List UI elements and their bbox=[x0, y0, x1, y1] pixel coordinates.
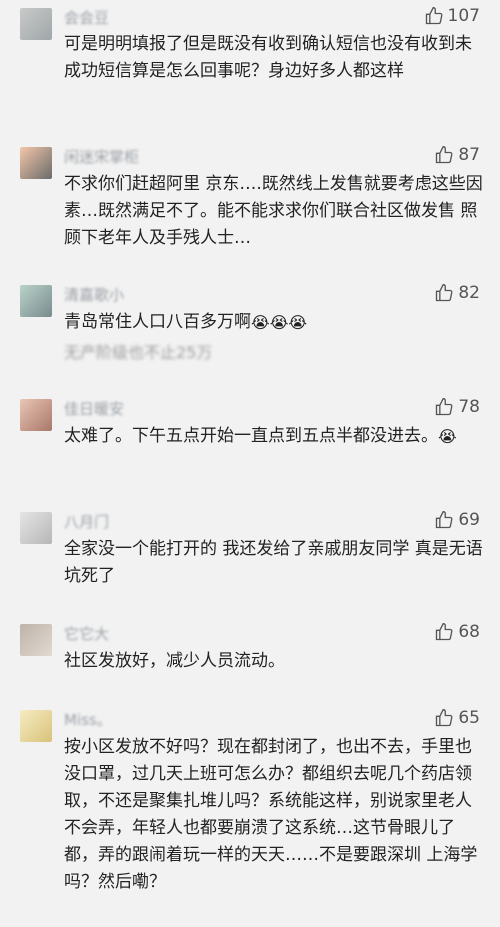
avatar[interactable] bbox=[20, 147, 52, 179]
username[interactable]: Miss。 bbox=[64, 709, 112, 730]
username[interactable]: 会会豆 bbox=[64, 7, 109, 28]
like-button[interactable]: 87 bbox=[434, 145, 480, 165]
thumbs-up-icon bbox=[425, 6, 442, 25]
like-count: 82 bbox=[458, 283, 480, 303]
username[interactable]: 闲迷宋掌柜 bbox=[64, 146, 139, 167]
like-button[interactable]: 65 bbox=[434, 708, 480, 728]
thumbs-up-icon bbox=[436, 510, 453, 529]
like-count: 87 bbox=[458, 145, 480, 165]
like-button[interactable]: 68 bbox=[434, 622, 480, 642]
like-button[interactable]: 82 bbox=[434, 283, 480, 303]
blurred-reply-preview: 无产阶级也不止25万 bbox=[64, 343, 213, 362]
comment-text-body: 太难了。下午五点开始一直点到五点半都没进去。 bbox=[64, 426, 438, 446]
thumbs-up-icon bbox=[436, 283, 453, 302]
avatar[interactable] bbox=[20, 8, 52, 40]
thumbs-up-icon bbox=[436, 145, 453, 164]
comment-text: 青岛常住人口八百多万啊😭😭😭 bbox=[64, 309, 484, 336]
like-count: 65 bbox=[458, 708, 480, 728]
comment-text: 全家没一个能打开的 我还发给了亲戚朋友同学 真是无语 坑死了 bbox=[64, 539, 483, 586]
like-count: 69 bbox=[458, 510, 480, 530]
avatar[interactable] bbox=[20, 512, 52, 544]
thumbs-up-icon bbox=[436, 397, 453, 416]
like-button[interactable]: 107 bbox=[424, 6, 480, 26]
like-button[interactable]: 78 bbox=[434, 397, 480, 417]
avatar[interactable] bbox=[20, 710, 52, 742]
crying-emoji: 😭 bbox=[438, 427, 457, 446]
username[interactable]: 佳日暖安 bbox=[64, 398, 124, 419]
like-button[interactable]: 69 bbox=[434, 510, 480, 530]
crying-emoji: 😭 bbox=[288, 313, 308, 332]
avatar[interactable] bbox=[20, 399, 52, 431]
crying-emoji: 😭 bbox=[269, 313, 289, 332]
comment-text: 按小区发放不好吗？现在都封闭了，也出不去，手里也没口罩，过几天上班可怎么办？都组… bbox=[64, 737, 478, 892]
like-count: 107 bbox=[447, 6, 480, 26]
thumbs-up-icon bbox=[436, 708, 453, 727]
comment-text: 社区发放好，减少人员流动。 bbox=[64, 651, 285, 671]
crying-emoji: 😭 bbox=[251, 313, 270, 332]
comment-text: 可是明明填报了但是既没有收到确认短信也没有收到未成功短信算是怎么回事呢？身边好多… bbox=[64, 34, 472, 81]
like-count: 68 bbox=[458, 622, 480, 642]
username[interactable]: 它它大 bbox=[64, 623, 109, 644]
comment-text: 不求你们赶超阿里 京东….既然线上发售就要考虑这些因素…既然满足不了。能不能求求… bbox=[64, 174, 483, 248]
username[interactable]: 清嘉歌小 bbox=[64, 284, 124, 305]
comment-text-body: 青岛常住人口八百多万啊 bbox=[64, 312, 251, 332]
avatar[interactable] bbox=[20, 624, 52, 656]
like-count: 78 bbox=[458, 397, 480, 417]
thumbs-up-icon bbox=[436, 622, 453, 641]
avatar[interactable] bbox=[20, 285, 52, 317]
comment-text: 太难了。下午五点开始一直点到五点半都没进去。😭 bbox=[64, 423, 484, 450]
username[interactable]: 八月门 bbox=[64, 511, 109, 532]
